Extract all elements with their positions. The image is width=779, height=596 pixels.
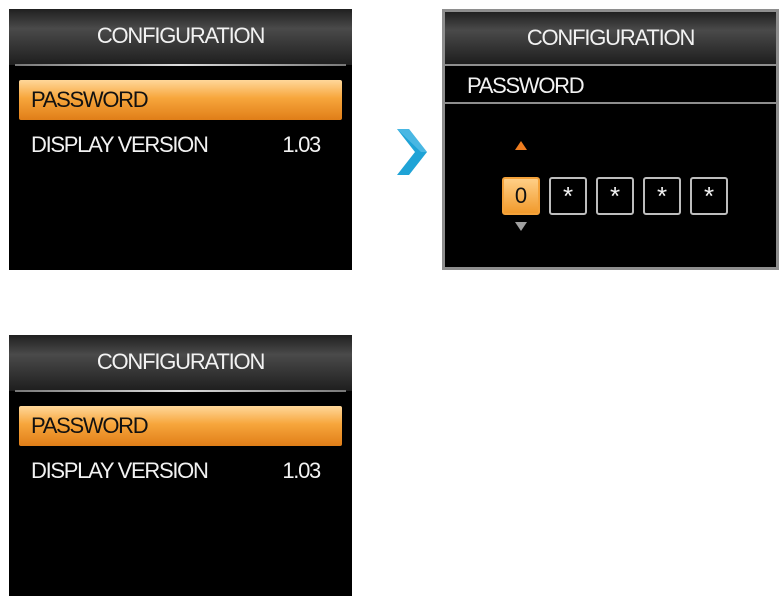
- screen-title: CONFIGURATION: [9, 335, 352, 391]
- divider: [15, 64, 346, 66]
- divider: [15, 390, 346, 392]
- screen-title: CONFIGURATION: [445, 12, 776, 64]
- menu-item-password[interactable]: PASSWORD: [19, 80, 342, 120]
- menu-item-label: PASSWORD: [31, 87, 149, 112]
- decrement-down-icon[interactable]: [515, 222, 527, 231]
- config-screen-bottom-left: CONFIGURATION PASSWORD DISPLAY VERSION 1…: [9, 335, 352, 596]
- password-label: PASSWORD: [445, 64, 776, 104]
- menu-item-label: PASSWORD: [31, 413, 149, 438]
- display-version-value: 1.03: [282, 458, 321, 483]
- password-digit-2[interactable]: *: [549, 177, 587, 215]
- chevron-right-icon: [397, 129, 427, 175]
- password-screen: CONFIGURATION PASSWORD 0 * * * *: [442, 9, 779, 270]
- menu-item-display-version[interactable]: DISPLAY VERSION 1.03: [19, 451, 342, 491]
- screen-title: CONFIGURATION: [9, 9, 352, 65]
- menu-item-display-version[interactable]: DISPLAY VERSION 1.03: [19, 125, 342, 165]
- increment-up-icon[interactable]: [515, 141, 527, 150]
- password-digit-4[interactable]: *: [643, 177, 681, 215]
- display-version-value: 1.03: [282, 132, 321, 157]
- password-digit-3[interactable]: *: [596, 177, 634, 215]
- menu-item-label: DISPLAY VERSION: [31, 458, 209, 483]
- config-screen-top-left: CONFIGURATION PASSWORD DISPLAY VERSION 1…: [9, 9, 352, 270]
- password-digit-5[interactable]: *: [690, 177, 728, 215]
- menu-item-label: DISPLAY VERSION: [31, 132, 209, 157]
- password-digit-1[interactable]: 0: [502, 177, 540, 215]
- menu-item-password[interactable]: PASSWORD: [19, 406, 342, 446]
